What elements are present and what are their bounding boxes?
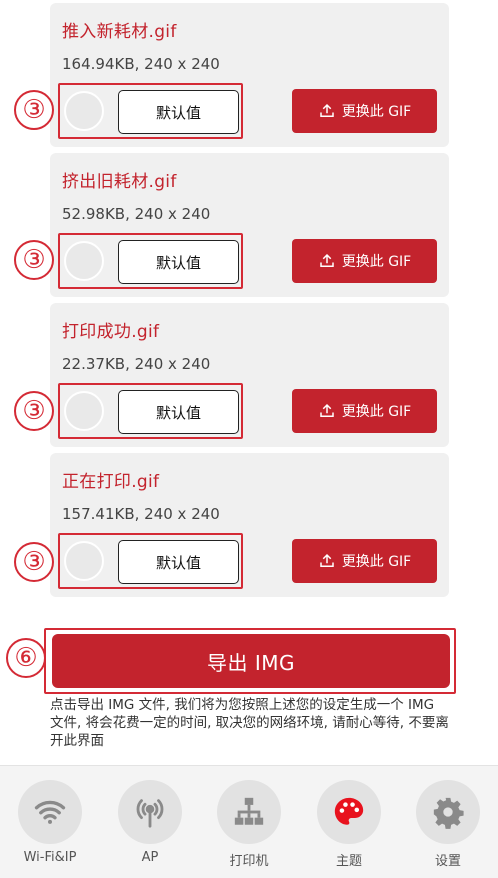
gif-preview-thumbnail [64, 541, 104, 581]
broadcast-icon [118, 780, 182, 844]
theme-gif-page: 推入新耗材.gif 164.94KB, 240 x 240 默认值 更换此 GI… [0, 0, 498, 878]
gif-preview-thumbnail [64, 241, 104, 281]
annotation-step-3: ③ [14, 391, 54, 431]
replace-gif-label: 更换此 GIF [341, 404, 412, 420]
annotation-highlight-box: 默认值 [58, 383, 243, 439]
upload-icon [320, 553, 334, 567]
annotation-highlight-box: 默认值 [58, 533, 243, 589]
gear-icon [416, 780, 480, 844]
annotation-step-3: ③ [14, 90, 54, 130]
upload-icon [320, 403, 334, 417]
annotation-highlight-box: 导出 IMG [44, 628, 456, 694]
tab-settings[interactable]: 设置 [408, 780, 488, 872]
tab-label: 设置 [434, 854, 461, 869]
replace-gif-label: 更换此 GIF [341, 104, 412, 120]
export-img-button[interactable]: 导出 IMG [52, 634, 450, 688]
export-note: 点击导出 IMG 文件, 我们将为您按照上述您的设定生成一个 IMG 文件, 将… [50, 697, 449, 749]
annotation-highlight-box: 默认值 [58, 233, 243, 289]
network-tree-icon [217, 780, 281, 844]
gif-preview-thumbnail [64, 91, 104, 131]
card-title: 正在打印.gif [62, 472, 160, 492]
upload-icon [320, 103, 334, 117]
tab-label: Wi-Fi&IP [23, 850, 77, 865]
reset-default-button[interactable]: 默认值 [118, 240, 239, 284]
annotation-step-6: ⑥ [6, 638, 46, 678]
annotation-highlight-box: 默认值 [58, 83, 243, 139]
card-file-info: 52.98KB, 240 x 240 [62, 205, 211, 223]
card-file-info: 22.37KB, 240 x 240 [62, 355, 211, 373]
tab-label: 主题 [335, 854, 362, 869]
palette-icon [317, 780, 381, 844]
replace-gif-button[interactable]: 更换此 GIF [292, 239, 437, 283]
tab-ap[interactable]: AP [110, 780, 190, 872]
reset-default-button[interactable]: 默认值 [118, 390, 239, 434]
replace-gif-label: 更换此 GIF [341, 554, 412, 570]
card-file-info: 157.41KB, 240 x 240 [62, 505, 220, 523]
tab-label: 打印机 [229, 854, 269, 869]
annotation-step-3: ③ [14, 240, 54, 280]
card-title: 推入新耗材.gif [62, 22, 177, 42]
card-title: 打印成功.gif [62, 322, 160, 342]
replace-gif-button[interactable]: 更换此 GIF [292, 389, 437, 433]
wifi-icon [18, 780, 82, 844]
replace-gif-button[interactable]: 更换此 GIF [292, 89, 437, 133]
card-title: 挤出旧耗材.gif [62, 172, 177, 192]
replace-gif-label: 更换此 GIF [341, 254, 412, 270]
card-file-info: 164.94KB, 240 x 240 [62, 55, 220, 73]
annotation-step-3: ③ [14, 542, 54, 582]
tab-theme[interactable]: 主题 [309, 780, 389, 872]
gif-card-push-filament: 推入新耗材.gif 164.94KB, 240 x 240 默认值 更换此 GI… [50, 3, 449, 147]
tab-printer[interactable]: 打印机 [209, 780, 289, 872]
upload-icon [320, 253, 334, 267]
tab-wifi-ip[interactable]: Wi-Fi&IP [10, 780, 90, 872]
replace-gif-button[interactable]: 更换此 GIF [292, 539, 437, 583]
bottom-tab-bar: Wi-Fi&IP AP 打印机 主题 设置 [0, 765, 498, 878]
gif-preview-thumbnail [64, 391, 104, 431]
gif-card-print-success: 打印成功.gif 22.37KB, 240 x 240 默认值 更换此 GIF [50, 303, 449, 447]
reset-default-button[interactable]: 默认值 [118, 540, 239, 584]
tab-label: AP [141, 850, 159, 865]
reset-default-button[interactable]: 默认值 [118, 90, 239, 134]
gif-card-extrude-filament: 挤出旧耗材.gif 52.98KB, 240 x 240 默认值 更换此 GIF [50, 153, 449, 297]
gif-card-printing: 正在打印.gif 157.41KB, 240 x 240 默认值 更换此 GIF [50, 453, 449, 597]
